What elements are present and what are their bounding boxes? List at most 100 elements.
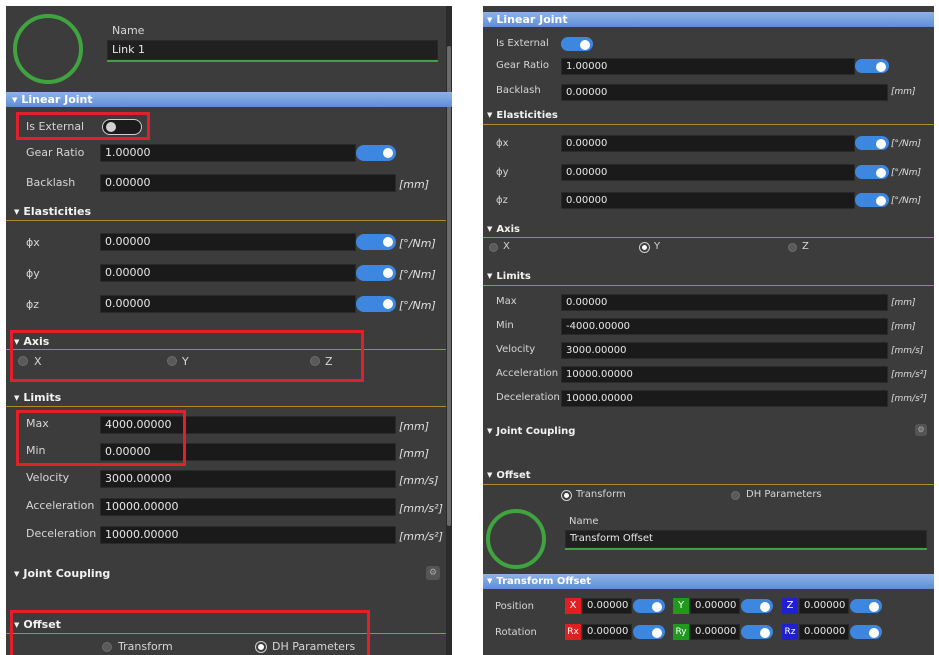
joint-coupling-header-label: Joint Coupling (496, 426, 576, 437)
phi-y-label: ϕy (496, 167, 509, 178)
velocity-unit: [mm/s] (399, 474, 439, 487)
offset-dh-parameters-radio[interactable] (731, 491, 740, 500)
axis-x-radio[interactable] (489, 243, 498, 252)
position-x-input[interactable]: 0.00000 (582, 598, 632, 614)
joint-coupling-settings-icon[interactable]: ⚙ (426, 566, 440, 580)
phi-x-toggle[interactable] (855, 136, 889, 150)
name-underline (107, 60, 438, 62)
limits-header[interactable]: ▼ Limits (14, 391, 61, 404)
offset-transform-label: Transform (576, 489, 626, 500)
rotation-z-badge: Rz (782, 624, 798, 640)
axis-header[interactable]: ▼ Axis (487, 224, 520, 235)
acceleration-label: Acceleration (496, 368, 559, 379)
acceleration-unit: [mm/s²] (891, 370, 927, 380)
offset-transform-radio[interactable] (562, 491, 571, 500)
rotation-x-badge: Rx (565, 624, 581, 640)
offset-name-underline (565, 548, 927, 550)
offset-color-circle-icon[interactable] (486, 509, 546, 569)
elasticities-header-label: Elasticities (23, 205, 92, 218)
section-separator (6, 406, 446, 407)
left-scrollbar-thumb[interactable] (447, 46, 451, 526)
phi-z-toggle[interactable] (855, 193, 889, 207)
rotation-z-toggle[interactable] (850, 625, 882, 639)
link-color-circle-icon[interactable] (13, 14, 83, 84)
backlash-input[interactable]: 0.00000 (561, 84, 888, 101)
position-y-toggle[interactable] (741, 599, 773, 613)
deceleration-label: Deceleration (496, 392, 560, 403)
gear-ratio-toggle[interactable] (356, 145, 396, 161)
phi-x-unit: [°/Nm] (891, 139, 922, 149)
rotation-x-input[interactable]: 0.00000 (582, 624, 632, 640)
joint-coupling-header[interactable]: ▼ Joint Coupling (14, 567, 110, 580)
velocity-input[interactable]: 3000.00000 (561, 342, 888, 359)
section-separator (483, 237, 934, 238)
axis-y-label: Y (654, 241, 661, 252)
offset-header[interactable]: ▼ Offset (487, 470, 531, 481)
collapse-triangle-icon: ▼ (487, 471, 493, 479)
name-input[interactable]: Link 1 (107, 40, 438, 60)
is-external-label: Is External (496, 38, 549, 49)
joint-coupling-header-label: Joint Coupling (23, 567, 111, 580)
axis-y-radio[interactable] (640, 243, 649, 252)
elasticities-header[interactable]: ▼ Elasticities (14, 205, 91, 218)
rotation-y-toggle[interactable] (741, 625, 773, 639)
acceleration-input[interactable]: 10000.00000 (100, 498, 396, 516)
phi-x-input[interactable]: 0.00000 (100, 233, 356, 251)
phi-y-input[interactable]: 0.00000 (100, 264, 356, 282)
acceleration-input[interactable]: 10000.00000 (561, 366, 888, 383)
phi-x-input[interactable]: 0.00000 (561, 135, 855, 152)
collapse-triangle-icon: ▼ (487, 427, 493, 435)
min-input[interactable]: -4000.00000 (561, 318, 888, 335)
gear-ratio-input[interactable]: 1.00000 (561, 58, 855, 75)
phi-z-unit: [°/Nm] (399, 299, 436, 312)
offset-dh-parameters-label: DH Parameters (746, 489, 822, 500)
joint-coupling-settings-icon[interactable]: ⚙ (915, 424, 927, 436)
rotation-x-toggle[interactable] (633, 625, 665, 639)
phi-z-unit: [°/Nm] (891, 196, 922, 206)
max-label: Max (496, 296, 517, 307)
phi-y-toggle[interactable] (356, 265, 396, 281)
limits-header-label: Limits (496, 271, 531, 282)
limits-header[interactable]: ▼ Limits (487, 271, 531, 282)
transform-offset-header[interactable]: ▼ Transform Offset (483, 574, 934, 589)
acceleration-label: Acceleration (26, 499, 95, 512)
position-z-toggle[interactable] (850, 599, 882, 613)
linear-joint-header[interactable]: ▼ Linear Joint (483, 12, 934, 27)
deceleration-input[interactable]: 10000.00000 (561, 390, 888, 407)
gear-ratio-toggle[interactable] (855, 59, 889, 73)
phi-z-input[interactable]: 0.00000 (561, 192, 855, 209)
velocity-unit: [mm/s] (891, 346, 924, 356)
backlash-unit: [mm] (399, 178, 430, 191)
backlash-input[interactable]: 0.00000 (100, 174, 396, 192)
phi-z-input[interactable]: 0.00000 (100, 295, 356, 313)
linear-joint-header[interactable]: ▼ Linear Joint (6, 92, 452, 107)
deceleration-input[interactable]: 10000.00000 (100, 526, 396, 544)
highlight-max-min (16, 410, 186, 466)
rotation-z-input[interactable]: 0.00000 (799, 624, 849, 640)
collapse-triangle-icon: ▼ (487, 16, 493, 24)
joint-coupling-header[interactable]: ▼ Joint Coupling (487, 426, 575, 437)
max-input[interactable]: 0.00000 (561, 294, 888, 311)
phi-x-toggle[interactable] (356, 234, 396, 250)
velocity-input[interactable]: 3000.00000 (100, 470, 396, 488)
offset-name-input[interactable]: Transform Offset (565, 530, 927, 548)
phi-y-input[interactable]: 0.00000 (561, 164, 855, 181)
highlight-offset (10, 610, 370, 655)
collapse-triangle-icon: ▼ (487, 272, 493, 280)
position-x-toggle[interactable] (633, 599, 665, 613)
phi-y-toggle[interactable] (855, 165, 889, 179)
collapse-triangle-icon: ▼ (487, 577, 493, 585)
rotation-y-input[interactable]: 0.00000 (690, 624, 740, 640)
phi-z-toggle[interactable] (356, 296, 396, 312)
phi-y-unit: [°/Nm] (891, 168, 922, 178)
offset-header-label: Offset (496, 470, 531, 481)
gear-ratio-input[interactable]: 1.00000 (100, 144, 356, 162)
elasticities-header[interactable]: ▼ Elasticities (487, 110, 558, 121)
position-y-input[interactable]: 0.00000 (690, 598, 740, 614)
is-external-toggle[interactable] (561, 37, 593, 51)
limits-header-label: Limits (23, 391, 62, 404)
collapse-triangle-icon: ▼ (12, 96, 18, 104)
axis-z-radio[interactable] (788, 243, 797, 252)
position-x-badge: X (565, 598, 581, 614)
position-z-input[interactable]: 0.00000 (799, 598, 849, 614)
